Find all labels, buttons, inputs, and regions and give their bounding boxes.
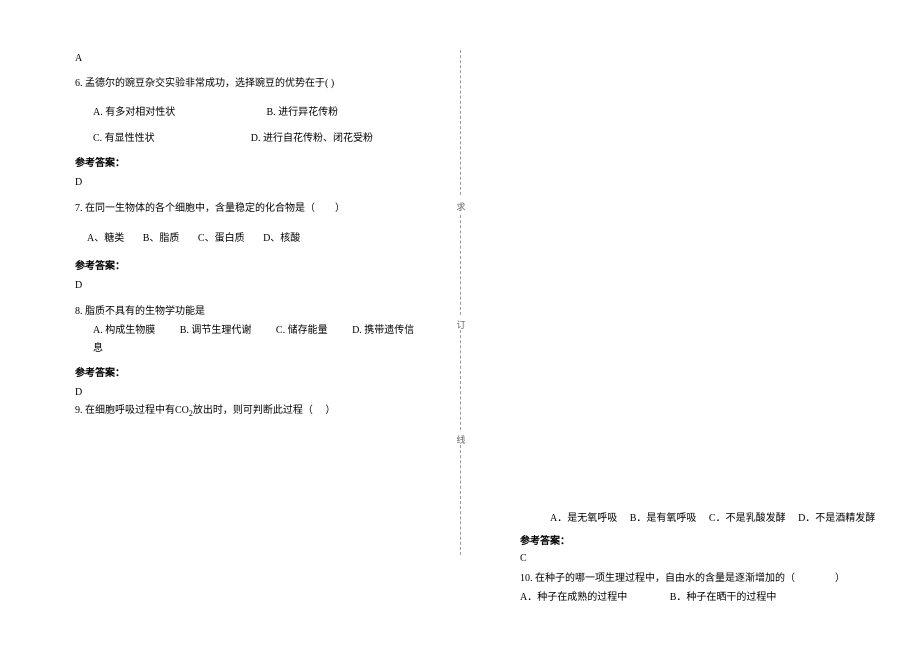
- q7-answer-value: D: [75, 280, 440, 291]
- q10-opt-a: A．种子在成熟的过程中: [520, 589, 627, 607]
- q8-text: 8. 脂质不具有的生物学功能是: [75, 303, 440, 320]
- q7-opt-a: A、糖类: [87, 233, 124, 244]
- q9-text-post: 放出时，则可判断此过程（ ）: [193, 405, 336, 416]
- q9-options: A．是无氧呼吸 B．是有氧呼吸 C．不是乳酸发酵 D．不是酒精发酵: [520, 510, 890, 528]
- q7-opt-c: C、蛋白质: [198, 233, 245, 244]
- q9-answer-label: 参考答案：: [520, 532, 890, 547]
- q6-options-row1: A. 有多对相对性状 B. 进行异花传粉: [75, 104, 440, 122]
- q9-text: 9. 在细胞呼吸过程中有CO2放出时，则可判断此过程（ ）: [75, 402, 440, 421]
- q7-text: 7. 在同一生物体的各个细胞中，含量稳定的化合物是（ ）: [75, 200, 440, 217]
- left-column: A 6. 孟德尔的豌豆杂交实验非常成功，选择豌豆的优势在于( ) A. 有多对相…: [0, 0, 460, 651]
- q6-text: 6. 孟德尔的豌豆杂交实验非常成功，选择豌豆的优势在于( ): [75, 75, 440, 92]
- q9-opt-b: B．是有氧呼吸: [630, 513, 697, 524]
- q7-options: A、糖类 B、脂质 C、蛋白质 D、核酸: [75, 229, 440, 249]
- q6-opt-a: A. 有多对相对性状: [93, 104, 267, 122]
- q6-answer-value: D: [75, 177, 440, 188]
- q10-opt-b: B．种子在晒干的过程中: [670, 592, 777, 603]
- q6-opt-d: D. 进行自花传粉、闭花受粉: [251, 130, 440, 148]
- q6-options-row2: C. 有显性性状 D. 进行自花传粉、闭花受粉: [75, 130, 440, 148]
- right-spacer: [520, 50, 890, 510]
- q8-answer-label: 参考答案：: [75, 364, 440, 379]
- q6-opt-c: C. 有显性性状: [93, 130, 251, 148]
- q8-opt-a: A. 构成生物膜: [93, 325, 155, 336]
- q10-text: 10. 在种子的哪一项生理过程中，自由水的含量是逐渐增加的（ ）: [520, 570, 890, 587]
- q9-opt-d: D．不是酒精发酵: [798, 513, 875, 524]
- q7-opt-b: B、脂质: [143, 233, 180, 244]
- q10-options: A．种子在成熟的过程中 B．种子在晒干的过程中: [520, 589, 890, 607]
- q9-opt-c: C．不是乳酸发酵: [709, 513, 786, 524]
- q7-opt-d: D、核酸: [263, 233, 300, 244]
- q7-answer-label: 参考答案：: [75, 257, 440, 272]
- prev-answer-a: A: [75, 50, 440, 67]
- q8-opt-c: C. 储存能量: [276, 325, 328, 336]
- q8-opt-b: B. 调节生理代谢: [180, 325, 252, 336]
- q9-opt-a: A．是无氧呼吸: [550, 513, 617, 524]
- q8-answer-value: D: [75, 387, 440, 398]
- q9-text-pre: 9. 在细胞呼吸过程中有CO: [75, 405, 189, 416]
- q6-answer-label: 参考答案：: [75, 154, 440, 169]
- q8-options: A. 构成生物膜 B. 调节生理代谢 C. 储存能量 D. 携带遗传信息: [75, 322, 440, 358]
- q6-opt-b: B. 进行异花传粉: [267, 104, 441, 122]
- q9-answer-value: C: [520, 553, 890, 564]
- right-column: A．是无氧呼吸 B．是有氧呼吸 C．不是乳酸发酵 D．不是酒精发酵 参考答案： …: [460, 0, 920, 651]
